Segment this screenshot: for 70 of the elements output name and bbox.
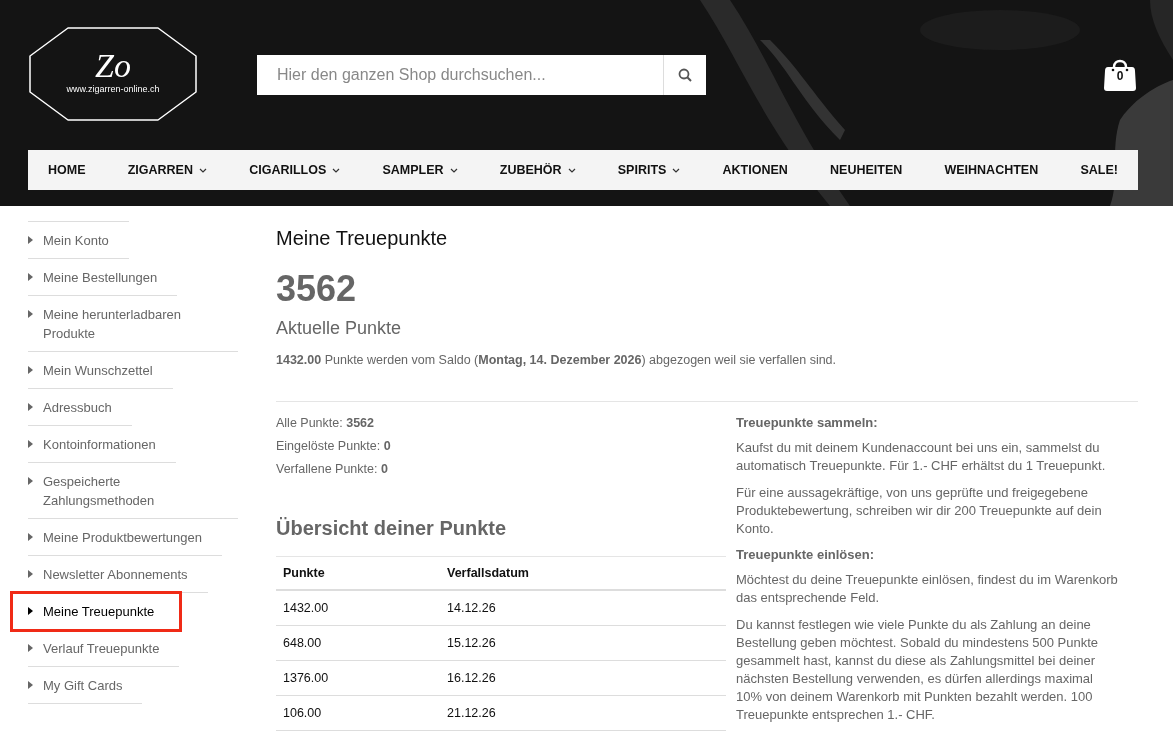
triangle-icon: [28, 310, 33, 318]
sidebar-item[interactable]: Mein Konto: [28, 221, 129, 259]
chevron-icon: [567, 167, 576, 173]
triangle-icon: [28, 607, 33, 615]
menu-item[interactable]: SALE!: [1080, 163, 1118, 177]
sidebar-item[interactable]: Meine Bestellungen: [28, 259, 178, 296]
sidebar-item[interactable]: Meine herunterladbaren Produkte: [28, 296, 238, 352]
info-paragraph: Für eine aussagekräftige, von uns geprüfte und freigegebene Produktebewertung, schreiben wir dir 200 Treuepunkte auf dein Konto.: [736, 484, 1103, 538]
triangle-icon: [28, 236, 33, 244]
triangle-icon: [28, 440, 33, 448]
points-stat: Eingelöste Punkte: 0: [276, 438, 392, 455]
menu-item[interactable]: ZUBEHÖR: [499, 163, 576, 177]
column-header: Verfallsdatum: [440, 556, 726, 590]
page-title: Meine Treuepunkte: [276, 227, 449, 250]
sidebar-item[interactable]: Kontoinformationen: [28, 426, 176, 463]
sidebar-item[interactable]: Meine Produktbewertungen: [28, 519, 222, 556]
info-paragraph: Möchtest du deine Treuepunkte einlösen, findest du im Warenkorb das entsprechende Feld.: [736, 571, 1119, 607]
sidebar-item[interactable]: Adressbuch: [28, 389, 132, 426]
search-button[interactable]: [663, 55, 706, 95]
menu-item[interactable]: CIGARILLOS: [249, 163, 341, 177]
column-header: Punkte: [276, 556, 440, 590]
chevron-icon: [449, 167, 458, 173]
table-cell: 15.12.26: [440, 625, 726, 661]
site-logo[interactable]: Zo www.zigarren-online.ch: [28, 26, 198, 122]
sidebar-item[interactable]: Newsletter Abonnements: [28, 556, 208, 593]
table-cell: 106.00: [276, 695, 440, 731]
sidebar-item[interactable]: My Gift Cards: [28, 667, 143, 704]
triangle-icon: [28, 477, 33, 485]
triangle-icon: [28, 366, 33, 374]
menu-item[interactable]: NEUHEITEN: [830, 163, 903, 177]
points-label: Aktuelle Punkte: [276, 318, 403, 339]
menu-item[interactable]: SAMPLER: [382, 163, 458, 177]
triangle-icon: [28, 644, 33, 652]
points-stat: Alle Punkte: 3562: [276, 415, 375, 432]
chevron-icon: [198, 167, 207, 173]
points-total: 3562: [276, 268, 358, 310]
triangle-icon: [28, 403, 33, 411]
table-cell: 14.12.26: [440, 590, 726, 626]
search-icon: [678, 68, 692, 82]
cart-count: 0: [1115, 69, 1125, 83]
menu-item[interactable]: WEIHNACHTEN: [944, 163, 1039, 177]
sidebar-item[interactable]: Gespeicherte Zahlungsmethoden: [28, 463, 238, 519]
sidebar-item[interactable]: Meine Treuepunkte: [12, 593, 181, 630]
menu-item[interactable]: SPIRITS: [617, 163, 681, 177]
triangle-icon: [28, 533, 33, 541]
chevron-icon: [332, 167, 341, 173]
triangle-icon: [28, 570, 33, 578]
table-cell: 21.12.26: [440, 695, 726, 731]
expiry-note: 1432.00 Punkte werden vom Saldo (Montag, 14. Dezember 2026) abgezogen weil sie verfallen sind.: [276, 353, 1138, 402]
info-heading: Treuepunkte sammeln:: [736, 415, 879, 430]
info-paragraph: Kaufst du mit deinem Kundenaccount bei uns ein, sammelst du automatisch Treuepunkte. Für 1.- CHF erhältst du 1 Treuepunkt.: [736, 439, 1107, 475]
info-paragraph: Du kannst festlegen wie viele Punkte du als Zahlung an deine Bestellung geben möchtest. Sobald du mindestens 500 Punkte gesammelt hast, kannst du diese als Zahlungsmittel bei deiner nächsten Bestellung verwenden, es dürfen allerdings maximal 10% von deinem Warenkorb mit Punkten bezahlt werden. 100 Treuepunkte entsprechen 1.- CHF.: [736, 616, 1100, 724]
chevron-icon: [672, 167, 681, 173]
logo-mark: Zo: [95, 48, 131, 84]
search-field[interactable]: Hier den ganzen Shop durchsuchen...: [257, 55, 663, 95]
table-cell: 1432.00: [276, 590, 440, 626]
menu-item[interactable]: HOME: [48, 163, 86, 177]
table-cell: 1376.00: [276, 660, 440, 696]
points-stat: Verfallene Punkte: 0: [276, 461, 389, 478]
table-cell: 648.00: [276, 625, 440, 661]
section-heading: Übersicht deiner Punkte: [276, 517, 508, 540]
sidebar-item[interactable]: Mein Wunschzettel: [28, 352, 173, 389]
triangle-icon: [28, 273, 33, 281]
menu-item[interactable]: AKTIONEN: [722, 163, 788, 177]
info-heading: Treuepunkte einlösen:: [736, 547, 875, 562]
table-cell: 16.12.26: [440, 660, 726, 696]
triangle-icon: [28, 681, 33, 689]
menu-item[interactable]: ZIGARREN: [127, 163, 207, 177]
sidebar-item[interactable]: Verlauf Treuepunkte: [28, 630, 180, 667]
logo-url: www.zigarren-online.ch: [66, 84, 160, 94]
